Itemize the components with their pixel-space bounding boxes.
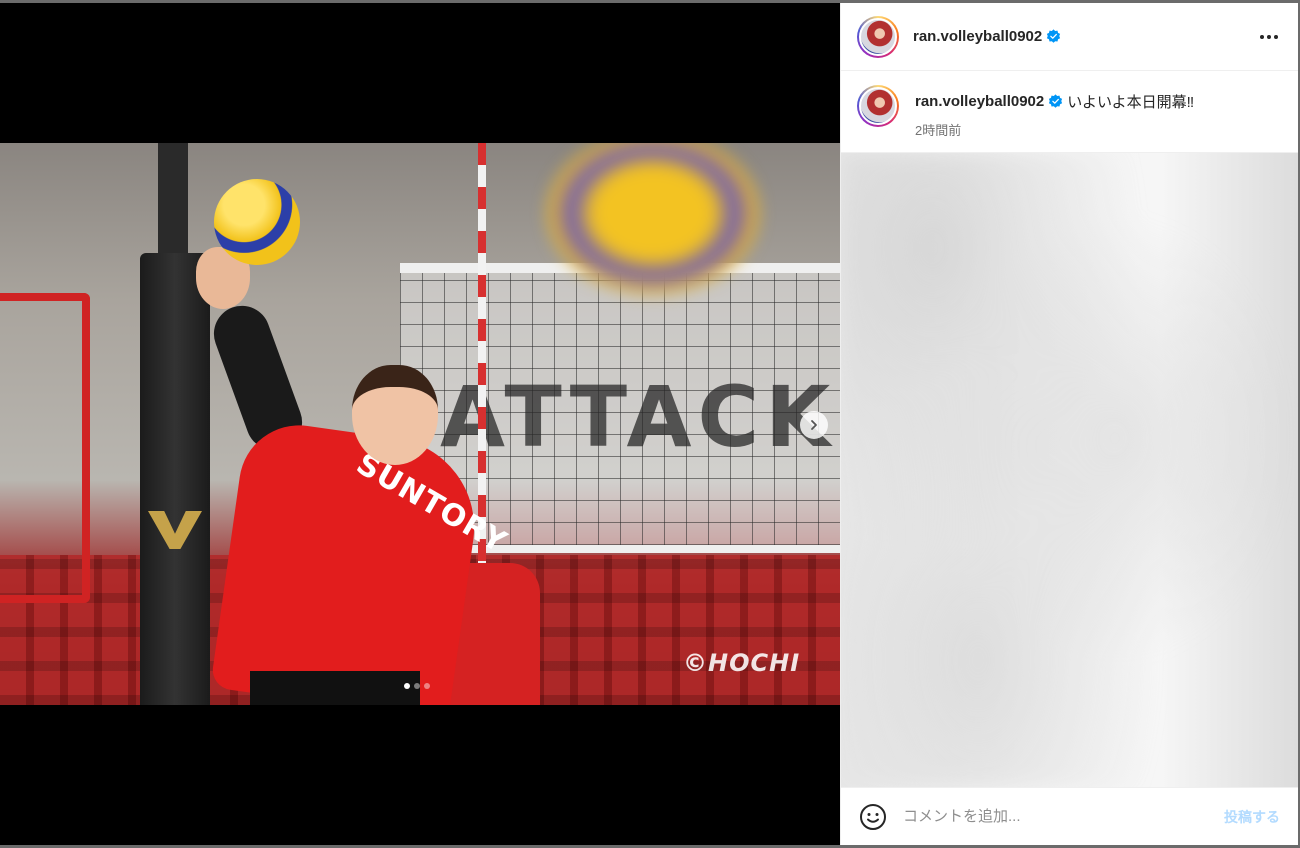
avatar-image [859, 17, 897, 56]
photo-antenna [478, 143, 486, 573]
photo-referee-stand [0, 293, 90, 603]
post-header: ran.volleyball0902 [841, 3, 1298, 71]
photo-watermark: ©HOCHI [683, 649, 801, 677]
caption-line: ran.volleyball0902 いよいよ本日開幕‼ [915, 91, 1194, 112]
carousel-dot [404, 683, 410, 689]
comments-area-blurred [841, 153, 1298, 787]
caption-body: ran.volleyball0902 いよいよ本日開幕‼ 2時間前 [915, 85, 1194, 138]
more-options-button[interactable] [1254, 29, 1284, 45]
carousel-indicator [404, 683, 430, 689]
photo-pole-top [158, 143, 188, 263]
photo-wall-text: ATTACK T [440, 368, 840, 466]
post-media: ATTACK T SUNTORY ©HOCHI [0, 3, 840, 845]
caption-text: いよいよ本日開幕‼ [1067, 94, 1195, 111]
avatar[interactable] [857, 15, 899, 58]
caption-avatar[interactable] [857, 85, 899, 127]
photo-player-body: SUNTORY [210, 417, 513, 705]
verified-badge-icon [1049, 94, 1063, 108]
post-caption: ran.volleyball0902 いよいよ本日開幕‼ 2時間前 [841, 71, 1298, 153]
photo-ball [214, 179, 300, 265]
emoji-icon[interactable] [859, 803, 887, 831]
chevron-right-icon [811, 420, 817, 430]
avatar-image [859, 87, 897, 125]
post-side-panel: ran.volleyball0902 ran.volleyball0902 いよ… [840, 3, 1298, 845]
more-options-icon [1260, 34, 1264, 39]
photo-player-shorts [250, 671, 420, 705]
header-username[interactable]: ran.volleyball0902 [913, 28, 1042, 45]
post-comment-button[interactable]: 投稿する [1224, 807, 1280, 827]
next-media-button[interactable] [800, 411, 828, 439]
post-photo: ATTACK T SUNTORY ©HOCHI [0, 143, 840, 705]
photo-pole [140, 253, 210, 705]
caption-username[interactable]: ran.volleyball0902 [915, 93, 1044, 110]
post-timestamp[interactable]: 2時間前 [915, 120, 1194, 139]
carousel-dot [424, 683, 430, 689]
comment-input[interactable] [903, 808, 1212, 825]
carousel-dot [414, 683, 420, 689]
verified-badge-icon [1047, 29, 1061, 43]
photo-player-head [352, 365, 438, 465]
comment-bar: 投稿する [841, 787, 1298, 845]
post-modal: ATTACK T SUNTORY ©HOCHI [0, 3, 1298, 845]
